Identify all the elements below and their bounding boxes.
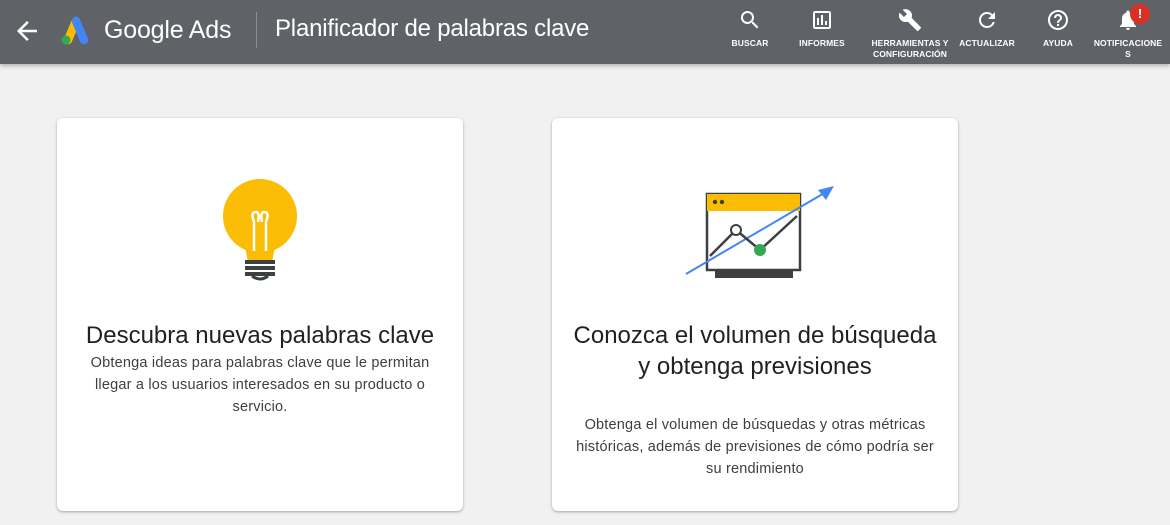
search-label: BUSCAR (731, 38, 769, 48)
google-ads-logo-icon (61, 16, 89, 45)
help-label: AYUDA (1043, 38, 1073, 48)
help-icon (1048, 10, 1068, 30)
notifications-button[interactable]: ! NOTIFICACIONES (1092, 4, 1164, 60)
help-button[interactable]: AYUDA (1034, 8, 1082, 49)
refresh-icon (979, 12, 995, 28)
trend-chart-icon (685, 186, 834, 278)
top-bar: Google Ads Planificador de palabras clav… (0, 0, 1170, 64)
search-volume-forecast-card[interactable]: Conozca el volumen de búsqueda y obtenga… (552, 118, 958, 511)
refresh-label: ACTUALIZAR (959, 38, 1015, 48)
tools-settings-label: HERRAMIENTAS Y CONFIGURACIÓN (871, 38, 949, 59)
report-chart-icon (813, 11, 831, 29)
page-title: Planificador de palabras clave (275, 15, 590, 42)
reports-button[interactable]: INFORMES (794, 8, 850, 49)
search-button[interactable]: BUSCAR (724, 8, 776, 49)
discover-keywords-card[interactable]: Descubra nuevas palabras clave Obtenga i… (57, 118, 463, 511)
card-title: Descubra nuevas palabras clave (85, 322, 435, 349)
notification-badge: ! (1130, 4, 1150, 24)
card-title: Conozca el volumen de búsqueda y obtenga… (573, 322, 937, 380)
lightbulb-icon (223, 179, 297, 281)
header-divider (256, 12, 257, 48)
refresh-button[interactable]: ACTUALIZAR (956, 8, 1018, 49)
wrench-icon (898, 9, 921, 31)
tools-settings-button[interactable]: HERRAMIENTAS Y CONFIGURACIÓN (870, 8, 950, 60)
card-description: Obtenga el volumen de búsquedas y otras … (576, 417, 934, 477)
search-icon (741, 11, 759, 29)
card-description: Obtenga ideas para palabras clave que le… (90, 355, 430, 415)
arrow-left-icon[interactable] (12, 16, 42, 46)
brand-name: Google Ads (104, 16, 232, 44)
notifications-label: NOTIFICACIONES (1093, 38, 1163, 59)
reports-label: INFORMES (799, 38, 845, 48)
